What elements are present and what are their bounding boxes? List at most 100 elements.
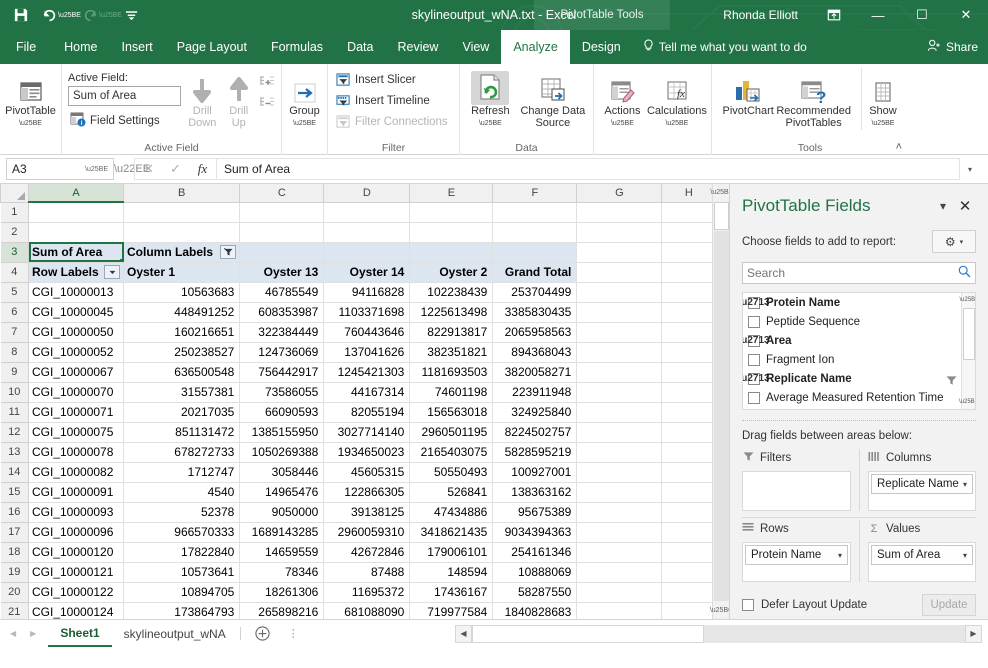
cell-c19[interactable]: 78346 — [239, 562, 325, 583]
column-labels-filter-button[interactable] — [220, 245, 237, 260]
maximize-button[interactable]: ☐ — [900, 0, 944, 30]
field-list-scrollbar[interactable]: \u25B2 \u25BC — [959, 293, 975, 409]
row-header-14[interactable]: 14 — [0, 461, 29, 483]
vertical-scroll-thumb[interactable] — [714, 202, 729, 230]
cell-h13[interactable] — [661, 442, 717, 463]
area-values-box[interactable]: Sum of Area ▾ — [868, 542, 976, 582]
column-header-h[interactable]: H — [661, 184, 717, 203]
cell-a2[interactable] — [28, 222, 124, 243]
cell-a4[interactable]: Row Labels — [28, 262, 124, 283]
cell-g14[interactable] — [576, 462, 663, 483]
checkbox-peptide-sequence[interactable] — [748, 315, 760, 328]
cell-f3[interactable] — [492, 242, 578, 263]
cell-h2[interactable] — [661, 222, 717, 243]
cell-c5[interactable]: 46785549 — [239, 282, 325, 303]
cell-c17[interactable]: 1689143285 — [239, 522, 325, 543]
row-header-4[interactable]: 4 — [0, 261, 29, 283]
column-header-b[interactable]: B — [122, 184, 241, 203]
checkbox-area[interactable]: \u2713 — [743, 334, 770, 347]
field-item-area[interactable]: \u2713 Area — [743, 331, 975, 350]
refresh-button[interactable]: Refresh \u25BE — [464, 68, 517, 130]
undo-dropdown-icon[interactable]: \u25BE — [58, 4, 81, 26]
close-button[interactable]: ✕ — [944, 0, 988, 30]
cell-g11[interactable] — [576, 402, 663, 423]
cell-a8[interactable]: CGI_10000052 — [28, 342, 124, 363]
cell-a10[interactable]: CGI_10000070 — [28, 382, 124, 403]
row-header-3[interactable]: 3 — [0, 241, 29, 263]
cell-f6[interactable]: 3385830435 — [492, 302, 578, 323]
cell-a17[interactable]: CGI_10000096 — [28, 522, 124, 543]
field-item-fragment-ion[interactable]: Fragment Ion — [743, 350, 975, 369]
cell-e16[interactable]: 47434886 — [409, 502, 494, 523]
sheet-tab-sheet1[interactable]: Sheet1 — [48, 620, 112, 647]
cell-e9[interactable]: 1181693503 — [409, 362, 494, 383]
recommended-pivottables-button[interactable]: ? Recommended PivotTables — [774, 68, 853, 129]
cell-a18[interactable]: CGI_10000120 — [28, 542, 124, 563]
cell-c6[interactable]: 608353987 — [239, 302, 325, 323]
cell-e14[interactable]: 50550493 — [409, 462, 494, 483]
cell-e17[interactable]: 3418621435 — [409, 522, 494, 543]
cell-d20[interactable]: 11695372 — [323, 582, 411, 603]
field-item-peptide-sequence[interactable]: Peptide Sequence — [743, 312, 975, 331]
sheet-tab-skylineoutput[interactable]: skylineoutput_wNA — [112, 620, 238, 647]
cell-d15[interactable]: 122866305 — [323, 482, 411, 503]
cell-d7[interactable]: 760443646 — [323, 322, 411, 343]
cell-c3[interactable] — [239, 242, 325, 263]
row-header-18[interactable]: 18 — [0, 541, 29, 563]
grid-vertical-scrollbar[interactable]: \u25B2 \u25BC — [710, 184, 733, 619]
cell-a11[interactable]: CGI_10000071 — [28, 402, 124, 423]
checkbox-fragment-ion[interactable] — [748, 353, 760, 366]
cell-h14[interactable] — [661, 462, 717, 483]
row-header-15[interactable]: 15 — [0, 481, 29, 503]
cell-f10[interactable]: 223911948 — [492, 382, 578, 403]
cell-c1[interactable] — [239, 202, 325, 223]
cell-f15[interactable]: 138363162 — [492, 482, 578, 503]
actions-dropdown-icon[interactable]: \u25BE — [611, 118, 634, 130]
checkbox-defer-layout-update[interactable] — [742, 599, 754, 611]
cell-a19[interactable]: CGI_10000121 — [28, 562, 124, 583]
row-header-5[interactable]: 5 — [0, 281, 29, 303]
hscroll-track[interactable] — [472, 624, 965, 643]
cell-h20[interactable] — [661, 582, 717, 603]
cell-a15[interactable]: CGI_10000091 — [28, 482, 124, 503]
hscroll-thumb[interactable] — [472, 624, 704, 643]
calculations-button[interactable]: fx Calculations \u25BE — [647, 68, 707, 130]
cell-d6[interactable]: 1103371698 — [323, 302, 411, 323]
cell-h11[interactable] — [661, 402, 717, 423]
cell-f17[interactable]: 9034394363 — [492, 522, 578, 543]
scroll-down-arrow-icon[interactable]: \u25BC — [710, 602, 733, 619]
quick-access-toolbar[interactable]: \u25BE \u25BE — [0, 4, 144, 26]
cell-g8[interactable] — [576, 342, 663, 363]
cell-d17[interactable]: 2960059310 — [323, 522, 411, 543]
cell-d18[interactable]: 42672846 — [323, 542, 411, 563]
column-header-c[interactable]: C — [239, 184, 325, 203]
cell-c16[interactable]: 9050000 — [239, 502, 325, 523]
cell-d16[interactable]: 39138125 — [323, 502, 411, 523]
cell-a5[interactable]: CGI_10000013 — [28, 282, 124, 303]
cell-a13[interactable]: CGI_10000078 — [28, 442, 124, 463]
minimize-button[interactable]: — — [856, 0, 900, 30]
checkbox-protein-name[interactable]: \u2713 — [743, 296, 770, 309]
cell-h15[interactable] — [661, 482, 717, 503]
row-header-6[interactable]: 6 — [0, 301, 29, 323]
vertical-scroll-track[interactable] — [714, 231, 729, 601]
cell-a1[interactable] — [28, 202, 124, 223]
sheet-prev-icon[interactable]: ◀ — [10, 629, 16, 638]
cell-a7[interactable]: CGI_10000050 — [28, 322, 124, 343]
cell-h10[interactable] — [661, 382, 717, 403]
pane-menu-icon[interactable]: ▾ — [932, 195, 954, 217]
cell-d11[interactable]: 82055194 — [323, 402, 411, 423]
cell-e18[interactable]: 179006101 — [409, 542, 494, 563]
column-header-e[interactable]: E — [409, 184, 494, 203]
cell-a20[interactable]: CGI_10000122 — [28, 582, 124, 603]
tab-page-layout[interactable]: Page Layout — [165, 30, 259, 64]
area-pill-rows-dropdown-icon[interactable]: ▾ — [838, 551, 842, 560]
cell-c18[interactable]: 14659559 — [239, 542, 325, 563]
formula-input[interactable]: Sum of Area — [216, 158, 960, 180]
cell-h17[interactable] — [661, 522, 717, 543]
cell-g18[interactable] — [576, 542, 663, 563]
row-header-17[interactable]: 17 — [0, 521, 29, 543]
cell-g19[interactable] — [576, 562, 663, 583]
select-all-corner[interactable] — [0, 184, 29, 203]
cell-e20[interactable]: 17436167 — [409, 582, 494, 603]
